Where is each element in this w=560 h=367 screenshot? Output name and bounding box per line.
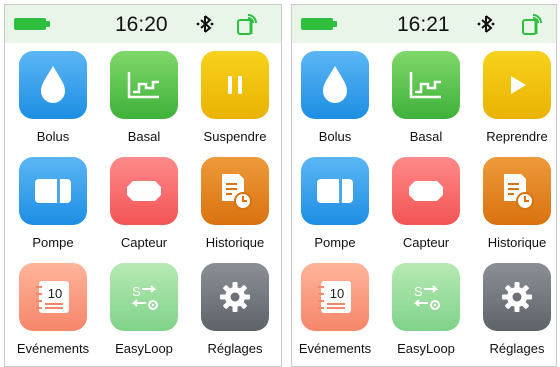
app-easyloop[interactable]: S EasyLoop [381,255,471,359]
app-label: Pompe [314,235,356,250]
app-label: Bolus [318,129,352,144]
app-events[interactable]: 10 Evénements [292,255,380,359]
app-label: Capteur [120,235,168,250]
bluetooth-icon [196,15,214,33]
app-events[interactable]: 10 Evénements [8,255,98,359]
history-icon [483,157,551,225]
calendar-day-text: 10 [48,286,62,301]
app-resume[interactable]: Reprendre [472,43,556,147]
app-label: Basal [409,129,443,144]
calendar-icon: 10 [19,263,87,331]
app-label: Suspendre [203,129,267,144]
app-basal[interactable]: Basal [381,43,471,147]
sensor-icon [110,157,178,225]
app-label: Réglages [207,341,263,356]
app-easyloop[interactable]: S EasyLoop [99,255,189,359]
pump-screen-left: 16:20 Bolus Basal Suspendre Pompe Capteu… [4,4,282,367]
app-grid: Bolus Basal Suspendre Pompe Capteur Hist… [5,43,281,366]
easyloop-icon: S [110,263,178,331]
status-bar: 16:20 [5,5,281,43]
app-history[interactable]: Historique [190,149,280,253]
app-label: Historique [487,235,547,250]
calendar-icon: 10 [301,263,369,331]
app-label: Evénements [298,341,372,356]
clock: 16:21 [397,13,450,36]
app-pump[interactable]: Pompe [8,149,98,253]
svg-text:S: S [414,284,423,299]
play-icon [483,51,551,119]
app-label: Historique [205,235,265,250]
app-label: Basal [127,129,161,144]
phone-connected-icon [522,14,542,35]
app-label: Capteur [402,235,450,250]
bluetooth-icon [477,15,495,33]
app-sensor[interactable]: Capteur [381,149,471,253]
app-label: Bolus [36,129,70,144]
app-history[interactable]: Historique [472,149,556,253]
app-label: Réglages [489,341,545,356]
app-label: Evénements [16,341,90,356]
status-bar: 16:21 [292,5,556,43]
pump-screen-right: 16:21 Bolus Basal Reprendre Pompe Capteu… [291,4,557,367]
svg-text:S: S [132,284,141,299]
app-settings[interactable]: Réglages [472,255,556,359]
sensor-icon [392,157,460,225]
app-label: EasyLoop [397,341,455,356]
app-sensor[interactable]: Capteur [99,149,189,253]
easyloop-icon: S [392,263,460,331]
app-pump[interactable]: Pompe [292,149,380,253]
history-icon [201,157,269,225]
phone-connected-icon [237,14,257,35]
app-settings[interactable]: Réglages [190,255,280,359]
basal-chart-icon [392,51,460,119]
pump-icon [301,157,369,225]
basal-chart-icon [110,51,178,119]
battery-icon [301,18,337,30]
calendar-day-text: 10 [330,286,344,301]
app-label: Pompe [32,235,74,250]
drop-icon [19,51,87,119]
app-grid: Bolus Basal Reprendre Pompe Capteur Hist… [292,43,556,366]
clock: 16:20 [115,13,168,36]
app-suspend[interactable]: Suspendre [190,43,280,147]
battery-icon [14,18,50,30]
gear-icon [201,263,269,331]
pump-icon [19,157,87,225]
app-bolus[interactable]: Bolus [292,43,380,147]
app-label: Reprendre [486,129,548,144]
app-label: EasyLoop [115,341,173,356]
gear-icon [483,263,551,331]
drop-icon [301,51,369,119]
app-bolus[interactable]: Bolus [8,43,98,147]
pause-icon [201,51,269,119]
app-basal[interactable]: Basal [99,43,189,147]
